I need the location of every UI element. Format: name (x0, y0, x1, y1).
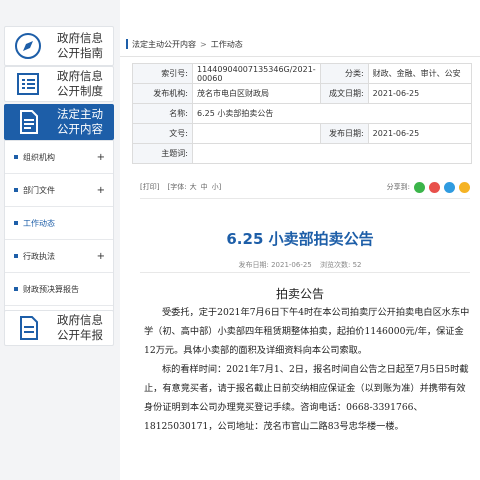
bullet-icon (14, 254, 18, 258)
sidebar-card-content[interactable]: 法定主动 公开内容 (4, 104, 114, 140)
meta-key: 发布机构: (132, 83, 193, 104)
font-medium-button[interactable]: 中 (201, 182, 208, 192)
bullet-icon (14, 155, 18, 159)
sidebar-item-org[interactable]: 组织机构 + (5, 141, 113, 174)
sidebar-card-report[interactable]: 政府信息 公开年报 (4, 310, 114, 346)
meta-value: 6.25 小卖部拍卖公告 (192, 103, 472, 124)
meta-key: 分类: (319, 63, 369, 84)
publish-date: 发布日期: 2021-06-25 (238, 261, 312, 269)
document-icon (11, 105, 45, 139)
bullet-icon (14, 221, 18, 225)
font-small-button[interactable]: 小] (212, 182, 222, 192)
meta-value: 2021-06-25 (367, 123, 473, 144)
sidebar-card-label: 法定主动 公开内容 (57, 107, 103, 136)
sidebar-item-budget[interactable]: 财政预决算报告 (5, 273, 113, 306)
sidebar-item-files[interactable]: 部门文件 + (5, 174, 113, 207)
sidebar-card-label: 政府信息 公开指南 (57, 31, 103, 60)
article-paragraph: 受委托，定于2021年7月6日下午4时在本公司拍卖厅公开拍卖电白区水东中学（初、… (144, 307, 470, 356)
document-heading: 拍卖公告 (275, 287, 324, 301)
compass-icon (11, 29, 45, 63)
report-icon (11, 311, 45, 345)
breadcrumb: 法定主动公开内容 > 工作动态 (126, 34, 243, 54)
breadcrumb-separator: > (200, 39, 207, 49)
article-paragraph: 标的看样时间：2021年7月1、2日，报名时间自公告之日起至7月5日5时截止，有… (144, 364, 469, 432)
divider (140, 272, 470, 273)
breadcrumb-item[interactable]: 工作动态 (211, 39, 243, 50)
meta-value (192, 143, 472, 164)
meta-key: 名称: (132, 103, 193, 124)
metadata-table: 索引号: 11440904007135346G/2021-00060 分类: 财… (132, 63, 473, 164)
list-icon (11, 67, 45, 101)
meta-value: 11440904007135346G/2021-00060 (192, 63, 321, 84)
wechat-share-icon[interactable] (414, 181, 425, 193)
share-label: 分享到: (386, 183, 410, 191)
meta-key: 文号: (132, 123, 193, 144)
bullet-icon (14, 287, 18, 291)
more-share-icon[interactable] (459, 181, 470, 193)
breadcrumb-marker (126, 39, 128, 49)
sidebar-item-news[interactable]: 工作动态 (5, 207, 113, 240)
print-button[interactable]: [打印] (140, 182, 159, 192)
font-large-button[interactable]: 大 (190, 182, 197, 192)
meta-key: 主题词: (132, 143, 193, 164)
weibo-share-icon[interactable] (429, 181, 440, 193)
bullet-icon (14, 188, 18, 192)
article-title: 6.25 小卖部拍卖公告 (226, 230, 374, 248)
sidebar-card-guide[interactable]: 政府信息 公开指南 (4, 26, 114, 66)
expand-plus-icon[interactable]: + (97, 251, 105, 262)
article-pubinfo: 发布日期: 2021-06-25 浏览次数: 52 (120, 260, 480, 270)
meta-value (192, 123, 321, 144)
article-toolbar: [打印] [字体: 大 中 小] 分享到: (140, 180, 470, 194)
sidebar-item-enforcement[interactable]: 行政执法 + (5, 240, 113, 273)
sidebar: 政府信息 公开指南 政府信息 公开制度 法定主动 公开内容 组织机构 + 部门文… (0, 0, 120, 480)
breadcrumb-item[interactable]: 法定主动公开内容 (132, 39, 196, 50)
divider (120, 56, 480, 57)
font-size-label: [字体: (167, 183, 187, 191)
view-count: 浏览次数: 52 (320, 261, 362, 269)
sidebar-card-system[interactable]: 政府信息 公开制度 (4, 66, 114, 102)
expand-plus-icon[interactable]: + (97, 152, 105, 163)
expand-plus-icon[interactable]: + (97, 185, 105, 196)
main-content: 法定主动公开内容 > 工作动态 索引号: 11440904007135346G/… (120, 0, 480, 480)
sidebar-card-label: 政府信息 公开年报 (57, 313, 103, 342)
meta-key: 发布日期: (319, 123, 369, 144)
meta-key: 索引号: (132, 63, 193, 84)
meta-key: 成文日期: (319, 83, 369, 104)
meta-value: 茂名市电白区财政局 (192, 83, 321, 104)
share-group: 分享到: (386, 181, 470, 193)
meta-value: 2021-06-25 (367, 83, 473, 104)
qzone-share-icon[interactable] (444, 181, 455, 193)
meta-value: 财政、金融、审计、公安 (367, 63, 473, 84)
sidebar-card-label: 政府信息 公开制度 (57, 69, 103, 98)
divider (140, 198, 470, 199)
